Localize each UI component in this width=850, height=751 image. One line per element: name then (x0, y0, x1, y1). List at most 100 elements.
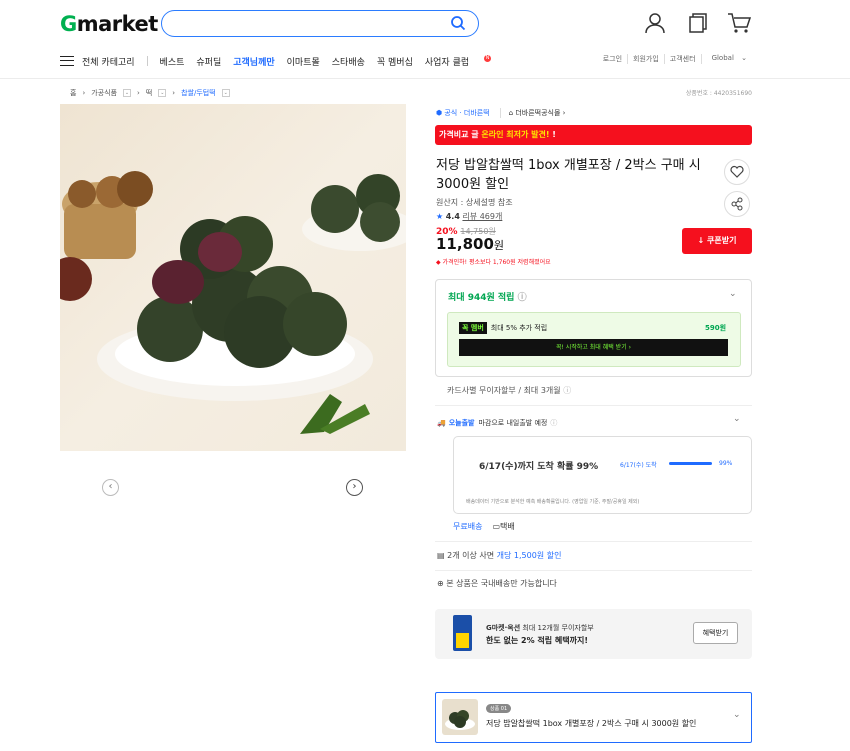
chevron-down-icon[interactable]: ⌄ (733, 710, 741, 720)
nav-emart[interactable]: 이마트몰 (287, 55, 320, 68)
crumb-processed-food[interactable]: 가공식품 (91, 88, 117, 98)
nav-all-categories[interactable]: 전체 카테고리 (82, 55, 135, 68)
chevron-right-icon: › (172, 89, 176, 97)
parcel-type: ▭택배 (492, 521, 514, 532)
price-unit: 원 (493, 239, 505, 252)
price-compare-banner[interactable]: 가격비교 글 온라인 최저가 발견! ! (435, 125, 752, 145)
dropdown-icon[interactable]: ⌄ (123, 89, 132, 97)
next-image-arrow[interactable]: › (346, 479, 363, 496)
coupon-label: 쿠폰받기 (707, 236, 737, 245)
chevron-down-icon[interactable]: ⌄ (729, 289, 737, 299)
nav-biz-club[interactable]: 사업자 클럽 N (424, 54, 503, 68)
option-thumbnail-art (445, 710, 475, 730)
option-thumbnail (442, 699, 478, 735)
product-number: 상품번호 : 4420351690 (685, 90, 752, 97)
membership-cta-label: 꼭! 시작하고 최대 혜택 받기 › (555, 344, 632, 351)
share-icon (731, 197, 743, 211)
nav-biz-club-label: 사업자 클럽 (424, 57, 470, 68)
delivery-bar-percent: 99% (719, 460, 733, 467)
header-divider (0, 78, 850, 79)
discount-icon: ▤ (437, 551, 445, 560)
review-link[interactable]: 리뷰 469개 (462, 212, 502, 221)
coupon-button[interactable]: ↓ 쿠폰받기 (682, 228, 752, 254)
delivery-headline: 6/17(수)까지 도착 확률 99% (479, 462, 599, 472)
customer-center-link[interactable]: 고객센터 (663, 54, 701, 64)
dropdown-icon[interactable]: ⌄ (158, 89, 167, 97)
info-icon[interactable]: ⓘ (563, 386, 571, 395)
recent-items-icon[interactable] (687, 12, 709, 34)
crumb-home[interactable]: 홈 (70, 88, 76, 98)
product-title: 저당 밥알찹쌀떡 1box 개별포장 / 2박스 구매 시 3000원 할인 (436, 158, 701, 192)
card-installment: 카드사별 무이자할부 / 최대 3개월 ⓘ (447, 385, 571, 396)
product-image (60, 104, 406, 451)
ad-line1-text: 최대 12개월 무이자할부 (520, 624, 594, 632)
divider (435, 570, 752, 571)
dropdown-icon[interactable]: ⌄ (221, 89, 230, 97)
option-badge: 상품 01 (486, 704, 512, 713)
search-icon[interactable] (450, 15, 466, 31)
chevron-down-icon[interactable]: ⌄ (733, 414, 741, 424)
dispatch-info: 🚚 오늘출발 마감으로 내일출발 예정 ⓘ (437, 418, 557, 428)
global-link[interactable]: Global ⌄ (700, 54, 752, 64)
official-seller[interactable]: 공식 · 더바른떡 (444, 108, 489, 118)
sale-price-value: 11,800 (436, 235, 494, 253)
info-icon[interactable]: ⓘ (518, 293, 527, 303)
shop-name: 더바른떡공식몰 (515, 109, 561, 117)
today-dispatch-tag: 오늘출발 (448, 419, 475, 427)
crumb-current[interactable]: 찹쌀/두텁떡 (181, 88, 216, 98)
points-title: 최대 944원 적립 ⓘ (448, 290, 527, 303)
share-button[interactable] (724, 191, 750, 217)
membership-amount: 590원 (705, 324, 727, 332)
breadcrumb: 홈 › 가공식품 ⌄ › 떡 ⌄ › 찹쌀/두텁떡 ⌄ (70, 88, 236, 98)
chevron-right-icon: › (137, 89, 140, 97)
download-icon: ↓ (697, 236, 708, 245)
hamburger-icon[interactable] (60, 56, 74, 66)
login-link[interactable]: 로그인 (598, 54, 627, 64)
rating-score: 4.4 (445, 212, 460, 221)
domestic-only: ⊕ 본 상품은 국내배송만 가능합니다 (437, 578, 557, 589)
new-badge: N (484, 54, 492, 62)
banner-highlight: 온라인 최저가 발견! (481, 130, 550, 139)
dispatch-text: 마감으로 내일출발 예정 (478, 419, 548, 427)
multi-prefix: 2개 이상 사면 (447, 551, 497, 560)
delivery-bar-label: 6/17(수) 도착 (620, 462, 657, 469)
info-icon[interactable]: ⓘ (550, 418, 557, 428)
nav-for-you[interactable]: 고객님께만 (233, 55, 274, 68)
nav-star-delivery[interactable]: 스타배송 (332, 55, 365, 68)
user-icon[interactable] (644, 12, 666, 34)
points-title-text: 최대 944원 적립 (448, 293, 515, 303)
membership-logo: 꼭 멤버 (459, 322, 487, 334)
signup-link[interactable]: 회원가입 (627, 54, 664, 64)
banner-prefix: 가격비교 글 (439, 130, 482, 139)
ad-line1: G마켓·옥션 최대 12개월 무이자할부 (486, 623, 594, 633)
ad-brand: G마켓·옥션 (486, 624, 521, 632)
truck-icon: 🚚 (437, 419, 446, 427)
multi-highlight: 개당 1,500원 할인 (496, 551, 562, 560)
nav-best[interactable]: 베스트 (160, 55, 185, 68)
membership-cta-button[interactable]: 꼭! 시작하고 최대 혜택 받기 › (459, 339, 728, 356)
wishlist-button[interactable] (724, 159, 750, 185)
benefit-button[interactable]: 혜택받기 (693, 622, 738, 644)
search-input[interactable] (161, 10, 479, 37)
membership-benefit: 꼭 멤버 최대 5% 추가 적립 (459, 322, 547, 334)
nav-membership[interactable]: 꼭 멤버십 (377, 55, 413, 68)
divider (435, 541, 752, 542)
membership-text: 최대 5% 추가 적립 (490, 324, 548, 332)
logo-g: G (60, 12, 77, 36)
delivery-note: 배송데이터 기반으로 분석한 예측 배송확률입니다. (영업일 기준, 주말/공… (466, 499, 640, 505)
sale-price: 11,800원 (436, 235, 504, 253)
main-nav: 전체 카테고리 베스트 슈퍼딜 고객님께만 이마트몰 스타배송 꼭 멤버십 사업… (60, 53, 515, 69)
origin-info: 원산지 : 상세설명 참조 (436, 198, 513, 207)
divider (435, 405, 752, 406)
ad-line2: 한도 없는 2% 적립 혜택까지! (486, 636, 588, 645)
cart-icon[interactable] (727, 12, 751, 34)
gmarket-logo[interactable]: Gmarket (60, 12, 158, 36)
tag-icon: ◆ (436, 259, 441, 266)
shop-link[interactable]: ⌂ 더바른떡공식몰 › (499, 108, 565, 118)
star-icon: ★ (436, 212, 444, 221)
nav-superdeal[interactable]: 슈퍼딜 (196, 55, 221, 68)
global-label: Global (711, 54, 734, 62)
heart-icon (730, 165, 744, 178)
prev-image-arrow[interactable]: ‹ (102, 479, 119, 496)
crumb-rice-cake[interactable]: 떡 (146, 88, 152, 98)
